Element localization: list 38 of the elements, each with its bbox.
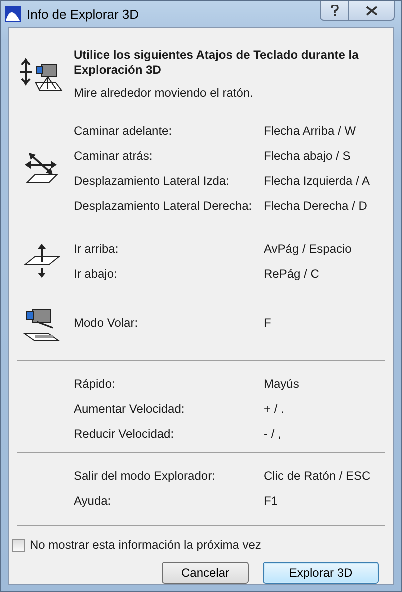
- window-title: Info de Explorar 3D: [27, 6, 140, 22]
- checkbox[interactable]: [12, 538, 25, 552]
- action-label: Ir abajo:: [74, 266, 118, 280]
- shortcut-keys: Flecha Izquierda / A: [264, 174, 370, 188]
- shortcut-keys: Clic de Ratón / ESC: [264, 468, 371, 482]
- action-label: Desplazamiento Lateral Derecha:: [74, 198, 254, 212]
- action-label: Caminar atrás:: [74, 148, 154, 162]
- dialog-button[interactable]: Explorar 3D: [263, 562, 379, 584]
- shortcut-keys: F1: [264, 494, 278, 508]
- shortcut-keys: F: [264, 316, 272, 330]
- action-label: Aumentar Velocidad:: [74, 402, 186, 416]
- shortcut-keys: Mayús: [264, 376, 300, 390]
- help-button[interactable]: [320, 1, 349, 21]
- shortcut-keys: - / ,: [264, 426, 282, 440]
- close-icon: [366, 6, 378, 16]
- action-label: Reducir Velocidad:: [74, 426, 176, 440]
- action-label: Ayuda:: [74, 494, 112, 508]
- action-label: Desplazamiento Lateral Izda:: [74, 174, 230, 188]
- action-label: Rápido:: [74, 376, 116, 390]
- checkbox-label: No mostrar esta información la próxima vez: [30, 538, 262, 552]
- action-label: Modo Volar:: [74, 316, 140, 330]
- shortcut-keys: Flecha abajo / S: [264, 148, 351, 162]
- shortcut-keys: AvPág / Espacio: [264, 242, 352, 256]
- shortcut-keys: Flecha Derecha / D: [264, 198, 368, 212]
- move-arrows-icon: [22, 151, 60, 185]
- mouse-hint: Mire alrededor moviendo el ratón.: [74, 86, 254, 100]
- shortcut-keys: Flecha Arriba / W: [264, 124, 356, 138]
- help-icon: [330, 4, 338, 16]
- app-logo-icon: [5, 6, 21, 22]
- shortcut-keys: + / .: [264, 402, 284, 416]
- up-down-arrows-icon: [22, 243, 60, 279]
- action-label: Ir arriba:: [74, 242, 120, 256]
- action-label: Salir del modo Explorador:: [74, 468, 216, 482]
- action-label: Caminar adelante:: [74, 124, 174, 138]
- dialog-button[interactable]: Cancelar: [162, 562, 249, 584]
- instructions-heading: Utilice los siguientes Atajos de Teclado durante la Exploración 3D: [74, 48, 360, 78]
- shortcut-keys: RePág / C: [264, 266, 320, 280]
- close-button[interactable]: [349, 1, 395, 21]
